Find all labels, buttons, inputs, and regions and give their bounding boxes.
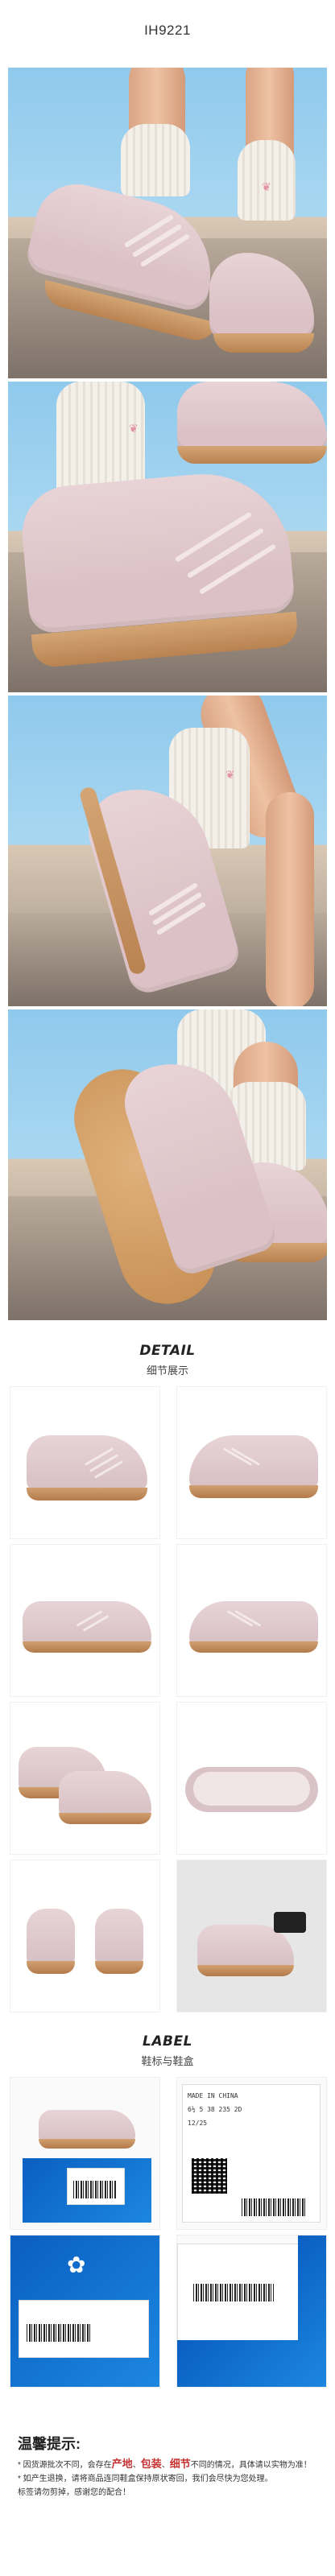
label-photo-box-front: ✿ <box>10 2235 160 2388</box>
detail-thumb-6 <box>176 1702 327 1855</box>
product-photo-1: ❦ <box>8 68 327 378</box>
notice-line-1: * 因货源批次不同，会存在产地、包装、细节不同的情况，具体请以实物为准！ <box>18 2458 312 2470</box>
detail-thumb-7 <box>10 1860 160 2013</box>
detail-title: DETAIL <box>139 1343 196 1359</box>
bow-icon: ❦ <box>225 768 235 781</box>
tag-sizes: 6½ 5 38 235 2D <box>188 2106 242 2113</box>
product-photo-4 <box>8 1009 327 1320</box>
scale-display <box>274 1912 306 1933</box>
product-photo-2: ❦ <box>8 382 327 692</box>
notice-keyword-packaging: 包装 <box>140 2458 162 2470</box>
detail-thumb-8 <box>176 1860 327 2013</box>
notice-title: 温馨提示: <box>18 2436 81 2452</box>
notice-keyword-details: 细节 <box>169 2458 191 2470</box>
tag-made-in: MADE IN CHINA <box>188 2092 238 2099</box>
label-title: LABEL <box>143 2033 192 2050</box>
qr-code <box>192 2158 227 2194</box>
label-subtitle: 鞋标与鞋盒 <box>141 2055 194 2067</box>
notice-keyword-origin: 产地 <box>111 2458 133 2470</box>
detail-thumb-5 <box>10 1702 160 1855</box>
detail-thumb-4 <box>176 1544 327 1697</box>
bow-icon: ❦ <box>129 422 139 435</box>
label-photo-tag: MADE IN CHINA 6½ 5 38 235 2D 12/25 <box>176 2077 327 2230</box>
bow-icon: ❦ <box>262 180 271 193</box>
detail-thumb-3 <box>10 1544 160 1697</box>
notice-line-3: 标签请勿剪掉，感谢您的配合！ <box>18 2488 130 2497</box>
notice-line-2: * 如产生退换，请将商品连同鞋盒保持原状寄回，我们会尽快为您处理。 <box>18 2475 273 2483</box>
detail-thumb-2 <box>176 1386 327 1539</box>
product-sku: IH9221 <box>144 23 191 38</box>
trefoil-logo-icon: ✿ <box>67 2252 86 2277</box>
label-photo-box-side <box>10 2077 160 2230</box>
detail-thumb-1 <box>10 1386 160 1539</box>
tag-date: 12/25 <box>188 2120 208 2127</box>
notice-body: * 因货源批次不同，会存在产地、包装、细节不同的情况，具体请以实物为准！ * 如… <box>18 2457 317 2500</box>
product-photo-3: ❦ <box>8 696 327 1006</box>
detail-subtitle: 细节展示 <box>146 1364 188 1377</box>
label-photo-box-label <box>176 2235 327 2388</box>
